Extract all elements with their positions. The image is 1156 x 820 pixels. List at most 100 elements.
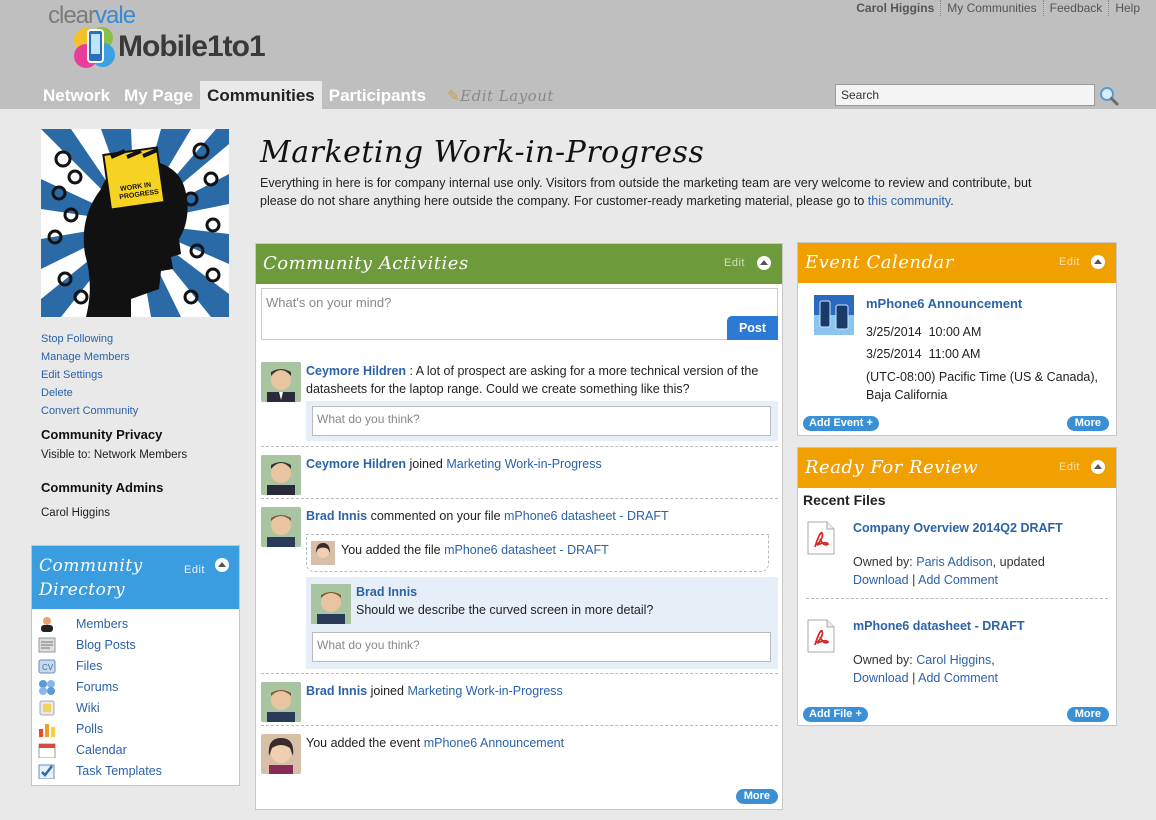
tab-participants[interactable]: Participants — [322, 81, 433, 109]
feedback-link[interactable]: Feedback — [1042, 0, 1109, 16]
tab-communities[interactable]: Communities — [200, 81, 322, 109]
top-links: Carol Higgins My Communities Feedback He… — [850, 0, 1146, 16]
tab-my-page[interactable]: My Page — [117, 81, 200, 109]
task-templates-icon — [38, 764, 55, 779]
avatar[interactable] — [311, 541, 335, 565]
comment-input[interactable]: What do you think? — [312, 406, 771, 436]
reply-area: Brad Innis Should we describe the curved… — [306, 577, 778, 669]
owner-link[interactable]: Paris Addison — [916, 555, 992, 569]
collapse-icon[interactable] — [1091, 460, 1105, 474]
pdf-icon[interactable] — [806, 521, 836, 555]
edit-settings-link[interactable]: Edit Settings — [41, 369, 103, 381]
user-link[interactable]: Brad Innis — [306, 509, 367, 523]
add-comment-link[interactable]: Add Comment — [918, 671, 998, 685]
convert-community-link[interactable]: Convert Community — [41, 405, 138, 417]
directory-item-members[interactable]: Members — [32, 613, 239, 634]
download-link[interactable]: Download — [853, 671, 909, 685]
user-link[interactable]: Ceymore Hildren — [306, 364, 406, 378]
avatar[interactable] — [261, 455, 301, 495]
activities-title: Community Activities Edit — [256, 244, 782, 284]
file-title-link[interactable]: mPhone6 datasheet - DRAFT — [853, 619, 1025, 633]
owner-link[interactable]: Carol Higgins — [916, 653, 991, 667]
this-community-link[interactable]: this community — [868, 194, 950, 208]
collapse-icon[interactable] — [215, 558, 229, 572]
current-user-link[interactable]: Carol Higgins — [850, 0, 940, 16]
directory-item-polls[interactable]: Polls — [32, 718, 239, 739]
admin-link[interactable]: Carol Higgins — [41, 507, 110, 519]
comment-input[interactable]: What do you think? — [312, 632, 771, 662]
directory-edit-link[interactable]: Edit — [184, 558, 205, 582]
activities-more-button[interactable]: More — [735, 789, 778, 804]
community-image: WORK IN PROGRESS — [41, 129, 229, 317]
activity-item: You added the event mPhone6 Announcement — [261, 726, 778, 778]
collapse-icon[interactable] — [757, 256, 771, 270]
community-description: Everything in here is for company intern… — [260, 176, 1032, 208]
delete-link[interactable]: Delete — [41, 387, 73, 399]
file-title-link[interactable]: Company Overview 2014Q2 DRAFT — [853, 521, 1063, 535]
add-file-button[interactable]: Add File + — [803, 707, 868, 722]
activity-item: Brad Innis joined Marketing Work-in-Prog… — [261, 674, 778, 726]
avatar[interactable] — [261, 362, 301, 402]
community-link[interactable]: Marketing Work-in-Progress — [407, 684, 562, 698]
file-item: Company Overview 2014Q2 DRAFT Owned by: … — [806, 521, 1108, 599]
status-input[interactable]: What's on your mind? Post — [261, 288, 778, 340]
recent-files-title: Recent Files — [803, 492, 886, 508]
directory-item-files[interactable]: CV Files — [32, 655, 239, 676]
event-link[interactable]: mPhone6 Announcement — [424, 736, 564, 750]
files-icon: CV — [38, 659, 56, 673]
add-event-button[interactable]: Add Event + — [803, 416, 879, 431]
download-link[interactable]: Download — [853, 573, 909, 587]
main-nav: Network My Page Communities Participants… — [36, 81, 562, 109]
community-activities-panel: Community Activities Edit What's on your… — [255, 243, 783, 810]
stop-following-link[interactable]: Stop Following — [41, 333, 113, 345]
directory-item-forums[interactable]: Forums — [32, 676, 239, 697]
review-more-button[interactable]: More — [1066, 707, 1109, 722]
edit-layout-link[interactable]: ✎Edit Layout — [433, 81, 562, 109]
calendar-edit-link[interactable]: Edit — [1059, 256, 1080, 268]
activities-edit-link[interactable]: Edit — [724, 257, 745, 269]
collapse-icon[interactable] — [1091, 255, 1105, 269]
manage-members-link[interactable]: Manage Members — [41, 351, 130, 363]
review-edit-link[interactable]: Edit — [1059, 461, 1080, 473]
directory-item-task-templates[interactable]: Task Templates — [32, 760, 239, 781]
mobile-logo-icon — [74, 27, 115, 68]
user-link[interactable]: Brad Innis — [306, 684, 367, 698]
forums-icon — [39, 679, 55, 695]
activity-item: Brad Innis commented on your file mPhone… — [261, 499, 778, 674]
file-link[interactable]: mPhone6 datasheet - DRAFT — [504, 509, 669, 523]
calendar-more-button[interactable]: More — [1066, 416, 1109, 431]
privacy-text: Visible to: Network Members — [41, 449, 188, 461]
add-comment-link[interactable]: Add Comment — [918, 573, 998, 587]
tab-network[interactable]: Network — [36, 81, 117, 109]
user-link[interactable]: Brad Innis — [356, 583, 653, 601]
my-communities-link[interactable]: My Communities — [940, 0, 1042, 16]
community-link[interactable]: Marketing Work-in-Progress — [446, 457, 601, 471]
activity-item: Ceymore Hildren : A lot of prospect are … — [261, 356, 778, 447]
directory-item-calendar[interactable]: Calendar — [32, 739, 239, 760]
search-input[interactable] — [835, 84, 1095, 106]
event-calendar-panel: Event Calendar Edit mPhone6 Announcement… — [797, 242, 1117, 436]
search-icon[interactable] — [1098, 85, 1120, 107]
calendar-icon — [38, 743, 56, 758]
avatar[interactable] — [261, 734, 301, 774]
polls-icon — [39, 723, 55, 737]
pdf-icon[interactable] — [806, 619, 836, 653]
event-image — [814, 295, 854, 335]
post-button[interactable]: Post — [727, 316, 778, 340]
file-link[interactable]: mPhone6 datasheet - DRAFT — [444, 543, 609, 557]
avatar[interactable] — [261, 682, 301, 722]
help-link[interactable]: Help — [1108, 0, 1146, 16]
event-details: 3/25/2014 10:00 AM 3/25/2014 11:00 AM (U… — [866, 325, 1099, 402]
directory-item-blog-posts[interactable]: Blog Posts — [32, 634, 239, 655]
avatar[interactable] — [311, 584, 351, 624]
avatar[interactable] — [261, 507, 301, 547]
members-icon — [41, 616, 53, 632]
admins-title: Community Admins — [41, 480, 164, 495]
page-title: Marketing Work-in-Progress — [260, 135, 705, 170]
activity-item: Ceymore Hildren joined Marketing Work-in… — [261, 447, 778, 499]
event-title-link[interactable]: mPhone6 Announcement — [866, 296, 1022, 311]
ready-for-review-panel: Ready For Review Edit Recent Files Compa… — [797, 447, 1117, 726]
directory-item-wiki[interactable]: Wiki — [32, 697, 239, 718]
user-link[interactable]: Ceymore Hildren — [306, 457, 406, 471]
community-directory-panel: Community Directory Edit Members Blog Po… — [31, 545, 240, 786]
